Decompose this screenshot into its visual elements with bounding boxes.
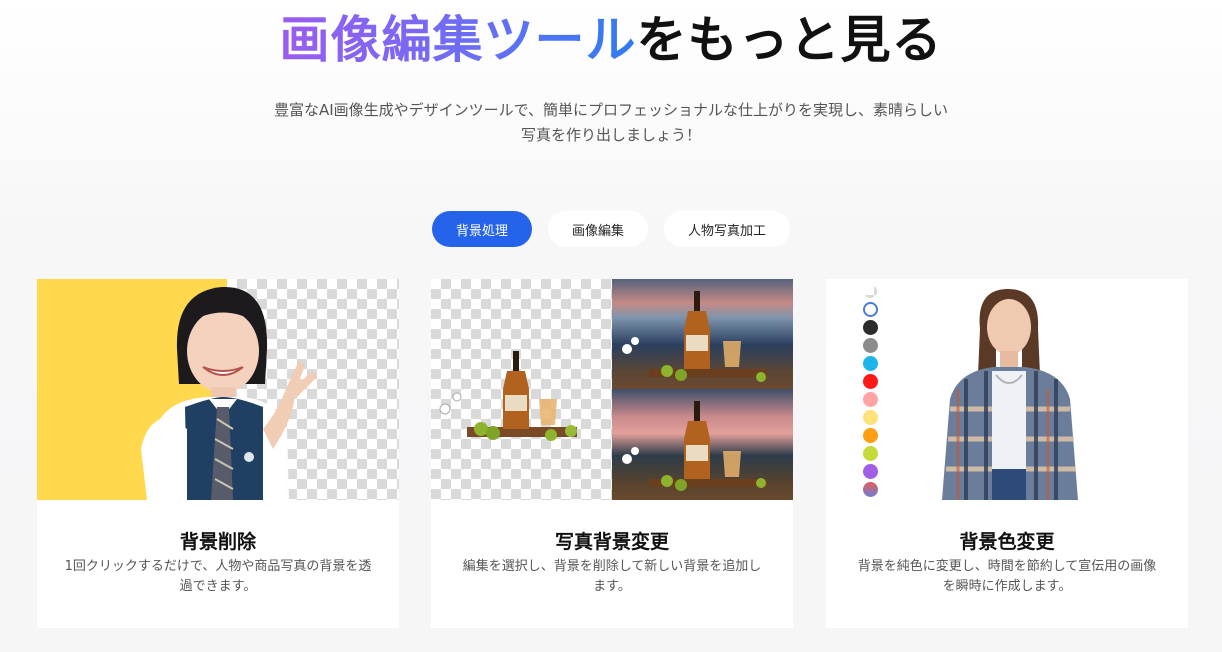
background-removal-preview	[37, 279, 399, 500]
tab-portrait-retouch[interactable]: 人物写真加工	[664, 211, 791, 247]
woman-portrait-image	[942, 289, 1078, 500]
card-background-color-change[interactable]: 背景色変更 背景を純色に変更し、時間を節約して宣伝用の画像を瞬時に作成します。	[826, 279, 1188, 628]
card-background-removal[interactable]: 背景削除 1回クリックするだけで、人物や商品写真の背景を透過できます。	[37, 279, 399, 628]
card-title: 写真背景変更	[554, 531, 669, 553]
background-color-preview	[826, 279, 1188, 500]
card-description: 背景を純色に変更し、時間を節約して宣伝用の画像を瞬時に作成します。	[857, 559, 1157, 594]
whisky-product-image	[439, 291, 767, 491]
card-description: 1回クリックするだけで、人物や商品写真の背景を透過できます。	[64, 559, 372, 594]
card-title: 背景削除	[179, 531, 256, 553]
category-tabs: 背景処理 画像編集 人物写真加工	[0, 211, 1222, 247]
page-title: 画像編集ツールをもっと見る	[0, 8, 1222, 72]
tab-background-processing[interactable]: 背景処理	[431, 211, 532, 247]
card-photo-background-change[interactable]: 写真背景変更 編集を選択し、背景を削除して新しい背景を追加します。	[431, 279, 793, 628]
background-change-preview	[431, 279, 793, 500]
card-description: 編集を選択し、背景を削除して新しい背景を追加します。	[462, 559, 762, 594]
page-title-rest: をもっと見る	[636, 11, 943, 69]
page-subtitle: 豊富なAI画像生成やデザインツールで、簡単にプロフェッショナルな仕上がりを実現し…	[273, 101, 949, 144]
student-portrait-image	[141, 286, 317, 500]
tab-image-editing[interactable]: 画像編集	[547, 211, 648, 247]
card-title: 背景色変更	[959, 531, 1055, 553]
page-title-highlight: 画像編集ツール	[279, 11, 637, 69]
